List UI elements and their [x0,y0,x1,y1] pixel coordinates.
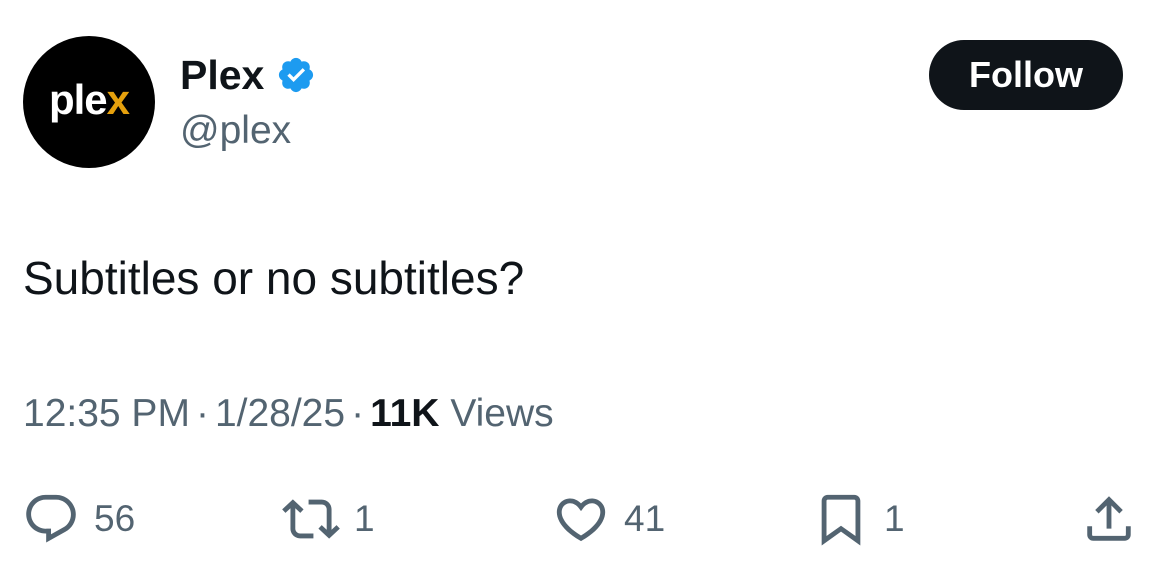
handle[interactable]: @plex [180,108,291,154]
tweet-card: plex Plex @plex Follow Subtitles or no s… [0,0,1170,572]
tweet-text: Subtitles or no subtitles? [23,252,525,304]
separator-dot: · [195,392,209,435]
share-icon [1087,496,1131,541]
repost-count: 1 [354,498,375,539]
views-label: Views [450,392,554,435]
like-count: 41 [624,498,666,539]
follow-button[interactable]: Follow [929,40,1123,110]
author-name-row: Plex [180,52,316,98]
views-count: 11K [370,392,440,435]
bookmark-button[interactable]: 1 [812,490,905,548]
verified-badge-icon [279,57,314,93]
avatar[interactable]: plex [23,36,155,168]
tweet-meta: 12:35 PM · 1/28/25 · 11K Views [23,390,554,438]
repost-icon [282,499,340,539]
tweet-date[interactable]: 1/28/25 [215,392,345,435]
display-name[interactable]: Plex [180,52,264,98]
bookmark-icon [821,494,861,546]
like-button[interactable]: 41 [552,490,665,548]
reply-button[interactable]: 56 [22,490,135,548]
share-button[interactable] [1080,490,1138,548]
separator-dot: · [351,392,365,435]
bookmark-count: 1 [884,498,905,539]
repost-button[interactable]: 1 [282,490,375,548]
reply-count: 56 [94,498,136,539]
like-icon [556,498,606,542]
tweet-time[interactable]: 12:35 PM [23,392,190,435]
plex-logo: plex [48,76,130,123]
reply-icon [26,494,76,543]
